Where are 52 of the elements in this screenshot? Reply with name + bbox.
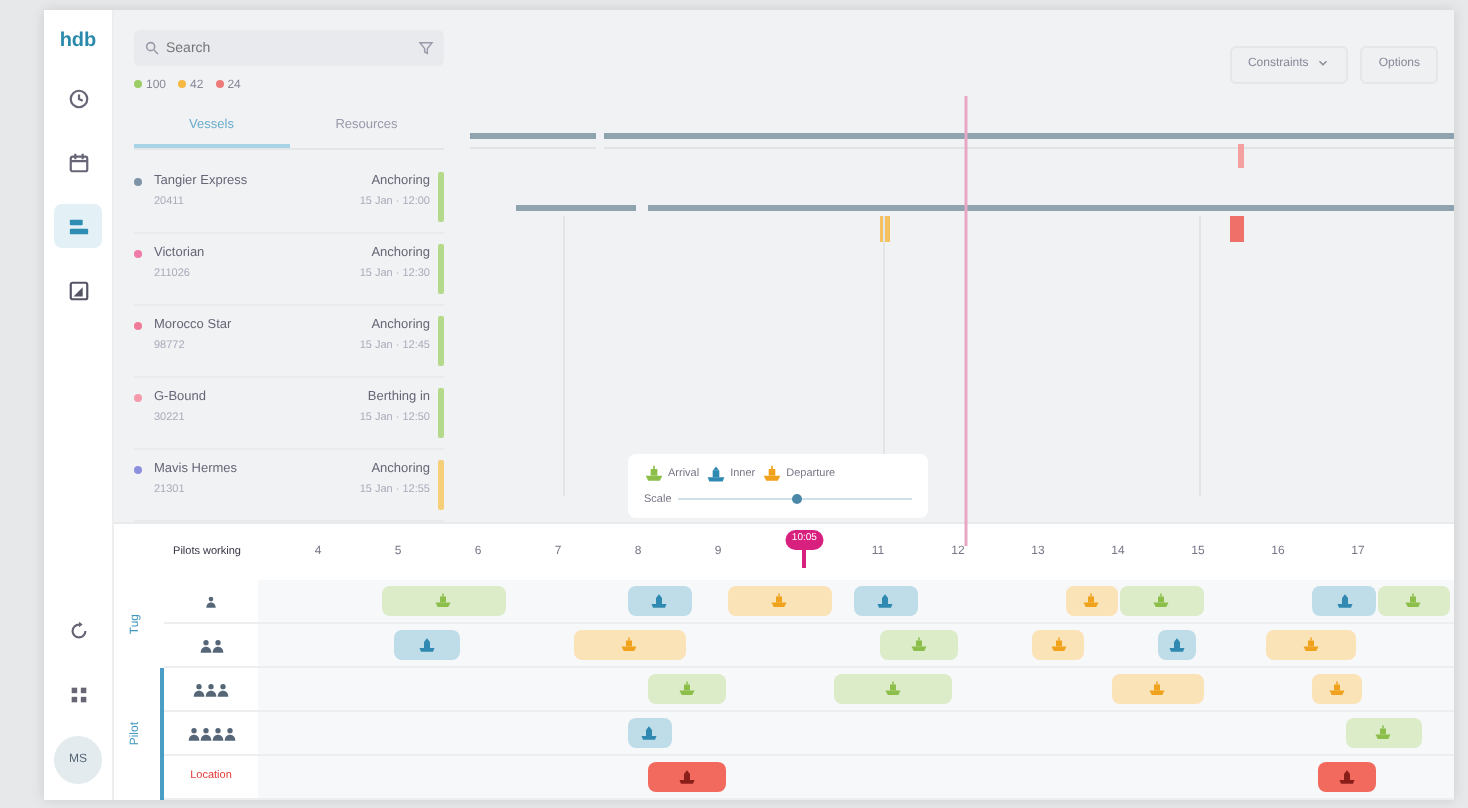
ship-icon	[1374, 724, 1393, 742]
ship-icon	[1301, 636, 1320, 654]
event-block[interactable]	[1318, 762, 1377, 792]
event-block[interactable]	[1311, 586, 1377, 616]
boat-icon	[418, 636, 437, 654]
status-bar	[438, 459, 444, 510]
event-block[interactable]	[1158, 630, 1197, 660]
people-icon	[204, 593, 218, 609]
ship-icon	[762, 463, 783, 484]
ship-icon	[909, 636, 928, 654]
ship-icon	[1404, 592, 1423, 610]
clock-icon	[67, 87, 89, 109]
boat-icon	[1168, 636, 1187, 654]
calendar-icon	[67, 151, 89, 173]
grid-icon	[67, 683, 89, 705]
image-icon	[67, 279, 89, 301]
filter-icon	[418, 40, 434, 56]
ship-icon	[644, 463, 664, 484]
people-icon	[190, 681, 232, 697]
refresh-icon	[67, 619, 89, 641]
event-block[interactable]	[647, 762, 726, 792]
boat-icon	[1338, 768, 1357, 786]
search-icon	[144, 40, 160, 56]
boat-icon	[1335, 592, 1353, 610]
ship-icon	[434, 592, 453, 610]
ship-icon	[883, 680, 902, 698]
boat-icon	[706, 463, 727, 484]
ship-icon	[1049, 636, 1068, 654]
boat-icon	[876, 592, 895, 610]
logo: hdb	[59, 28, 97, 56]
ship-icon	[620, 636, 639, 654]
ship-icon	[677, 680, 696, 698]
status-bar	[438, 171, 444, 222]
status-bar	[438, 387, 444, 438]
status-bar	[438, 315, 444, 366]
status-bar	[438, 243, 444, 294]
ship-icon	[770, 592, 789, 610]
event-block[interactable]	[853, 586, 918, 616]
slider-thumb[interactable]	[791, 494, 802, 505]
ship-icon	[1152, 592, 1171, 610]
event-block[interactable]	[627, 586, 692, 616]
ship-icon	[1328, 680, 1347, 698]
event-block[interactable]	[627, 718, 672, 748]
ship-icon	[1082, 592, 1101, 610]
people-icon	[183, 725, 239, 741]
list-icon	[67, 215, 89, 237]
people-icon	[197, 637, 225, 653]
ship-icon	[1148, 680, 1167, 698]
boat-icon	[640, 724, 659, 742]
nav-button[interactable]	[54, 204, 102, 248]
boat-icon	[677, 768, 696, 786]
boat-icon	[650, 592, 669, 610]
